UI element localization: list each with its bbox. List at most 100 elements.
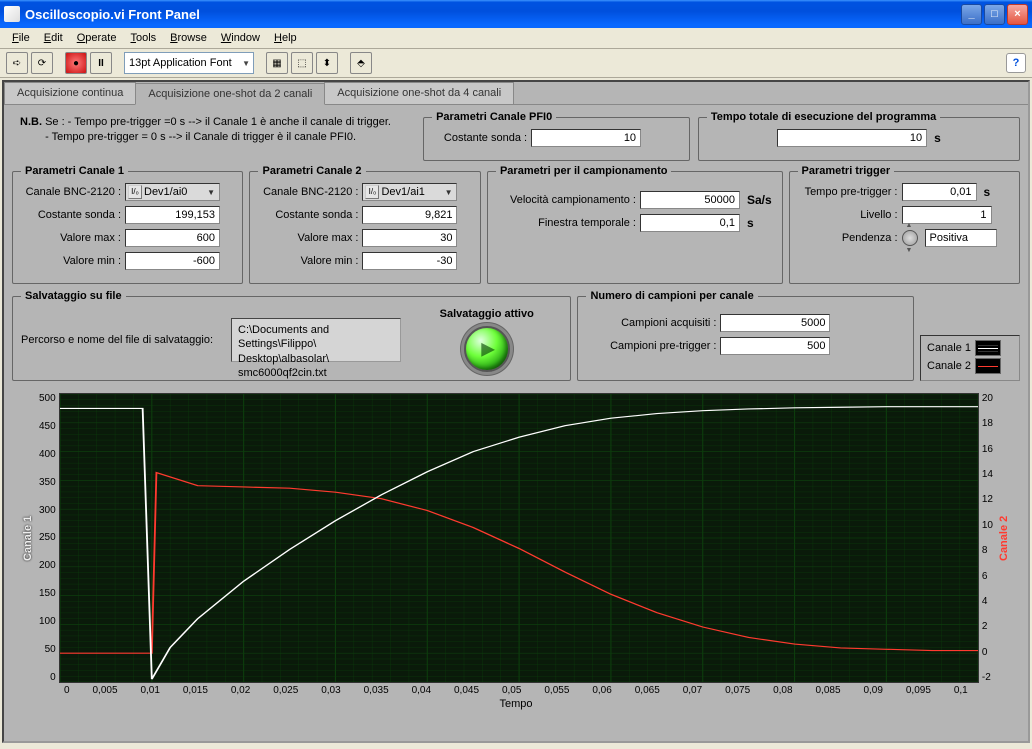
minimize-button[interactable]: _: [961, 4, 982, 25]
tab-acq-oneshot-4[interactable]: Acquisizione one-shot da 4 canali: [324, 82, 514, 104]
label-trig-pre: Tempo pre-trigger :: [798, 186, 898, 198]
pause-button[interactable]: II: [90, 52, 112, 74]
distribute-button[interactable]: ⬚: [291, 52, 313, 74]
font-label: 13pt Application Font: [129, 57, 232, 69]
label-trig-liv: Livello :: [798, 209, 898, 221]
label-save-active: Salvataggio attivo: [411, 308, 562, 320]
button-save-active[interactable]: [464, 326, 510, 372]
menu-edit[interactable]: Edit: [38, 30, 69, 46]
menu-help[interactable]: Help: [268, 30, 303, 46]
legend-ch1-label: Canale 1: [927, 342, 971, 354]
label-pfi0-costante: Costante sonda :: [432, 132, 527, 144]
menu-window[interactable]: Window: [215, 30, 266, 46]
legend-ch2-swatch: [975, 358, 1001, 374]
unit-tempo-totale: s: [931, 131, 941, 145]
label-c2-device: Canale BNC-2120 :: [258, 186, 358, 198]
input-trig-pend[interactable]: [925, 229, 997, 247]
legend-save: Salvataggio su file: [21, 290, 126, 302]
window-title: Oscilloscopio.vi Front Panel: [25, 7, 961, 22]
reorder-button[interactable]: ⬘: [350, 52, 372, 74]
legend-tempo-totale: Tempo totale di esecuzione del programma: [707, 111, 940, 123]
label-camp-acq: Campioni acquisiti :: [586, 317, 716, 329]
label-trig-pend: Pendenza :: [798, 232, 898, 244]
label-c2-vmin: Valore min :: [258, 255, 358, 267]
input-c1-vmin[interactable]: [125, 252, 220, 270]
y2-ticks: 20181614121086420-2: [979, 393, 996, 683]
input-c1-costante[interactable]: [125, 206, 220, 224]
label-c1-device: Canale BNC-2120 :: [21, 186, 121, 198]
help-icon[interactable]: ?: [1006, 53, 1026, 73]
input-c2-costante[interactable]: [362, 206, 457, 224]
input-camp-acq[interactable]: [720, 314, 830, 332]
run-button[interactable]: ➪: [6, 52, 28, 74]
resize-button[interactable]: ⬍: [316, 52, 338, 74]
group-tempo-totale: Tempo totale di esecuzione del programma…: [698, 111, 1020, 161]
group-campionamento: Parametri per il campionamento Velocità …: [487, 165, 783, 284]
input-c1-vmax[interactable]: [125, 229, 220, 247]
menu-browse[interactable]: Browse: [164, 30, 213, 46]
unit-camp-vel: Sa/s: [744, 193, 772, 207]
tab-strip: Acquisizione continua Acquisizione one-s…: [4, 82, 1028, 105]
front-panel: Acquisizione continua Acquisizione one-s…: [2, 80, 1030, 743]
font-selector[interactable]: 13pt Application Font: [124, 52, 254, 74]
input-pfi0-costante[interactable]: [531, 129, 641, 147]
group-trigger: Parametri trigger Tempo pre-trigger : s …: [789, 165, 1020, 284]
group-campioni: Numero di campioni per canale Campioni a…: [577, 290, 914, 381]
y1-ticks: 500450400350300250200150100500: [36, 393, 59, 683]
legend-pfi0: Parametri Canale PFI0: [432, 111, 556, 123]
label-save-path: Percorso e nome del file di salvataggio:: [21, 334, 221, 346]
input-trig-liv[interactable]: [902, 206, 992, 224]
input-tempo-totale[interactable]: [777, 129, 927, 147]
x-ticks: 00,0050,010,0150,020,0250,030,0350,040,0…: [64, 683, 968, 696]
input-camp-fin[interactable]: [640, 214, 740, 232]
unit-trig-pre: s: [981, 185, 991, 199]
legend-ch2-label: Canale 2: [927, 360, 971, 372]
run-continuous-button[interactable]: ⟳: [31, 52, 53, 74]
group-canale2: Parametri Canale 2 Canale BNC-2120 : I/₀…: [249, 165, 480, 284]
legend-canale2: Parametri Canale 2: [258, 165, 365, 177]
label-camp-vel: Velocità campionamento :: [496, 194, 636, 206]
unit-camp-fin: s: [744, 216, 754, 230]
abort-button[interactable]: ●: [65, 52, 87, 74]
tab-acq-continua[interactable]: Acquisizione continua: [4, 82, 136, 104]
chart-container: Canale 1 500450400350300250200150100500 …: [12, 387, 1020, 712]
window-titlebar: Oscilloscopio.vi Front Panel _ □ ×: [0, 0, 1032, 28]
input-c2-vmax[interactable]: [362, 229, 457, 247]
label-c1-vmin: Valore min :: [21, 255, 121, 267]
chart-legend: Canale 1 Canale 2: [920, 335, 1020, 381]
menu-file[interactable]: File: [6, 30, 36, 46]
label-c1-costante: Costante sonda :: [21, 209, 121, 221]
label-camp-pre: Campioni pre-trigger :: [586, 340, 716, 352]
maximize-button[interactable]: □: [984, 4, 1005, 25]
y1-axis-label: Canale 1: [20, 393, 36, 683]
group-pfi0: Parametri Canale PFI0 Costante sonda :: [423, 111, 690, 161]
input-c2-vmin[interactable]: [362, 252, 457, 270]
input-camp-pre[interactable]: [720, 337, 830, 355]
group-canale1: Parametri Canale 1 Canale BNC-2120 : I/₀…: [12, 165, 243, 284]
x-axis-label: Tempo: [20, 696, 1012, 710]
toolbar: ➪ ⟳ ● II 13pt Application Font ▦ ⬚ ⬍ ⬘ ?: [0, 49, 1032, 78]
select-c2-device[interactable]: I/₀Dev1/ai1: [362, 183, 457, 201]
legend-canale1: Parametri Canale 1: [21, 165, 128, 177]
legend-camp: Parametri per il campionamento: [496, 165, 672, 177]
y2-axis-label: Canale 2: [996, 393, 1012, 683]
label-camp-fin: Finestra temporale :: [496, 217, 636, 229]
label-c2-vmax: Valore max :: [258, 232, 358, 244]
toggle-pendenza[interactable]: [902, 230, 918, 246]
input-camp-vel[interactable]: [640, 191, 740, 209]
input-trig-pre[interactable]: [902, 183, 977, 201]
group-salvataggio: Salvataggio su file Percorso e nome del …: [12, 290, 571, 381]
menu-tools[interactable]: Tools: [124, 30, 162, 46]
tab-content: N.B. Se : - Tempo pre-trigger =0 s --> i…: [4, 105, 1028, 718]
label-c1-vmax: Valore max :: [21, 232, 121, 244]
menu-operate[interactable]: Operate: [71, 30, 123, 46]
tab-acq-oneshot-2[interactable]: Acquisizione one-shot da 2 canali: [135, 83, 325, 105]
close-button[interactable]: ×: [1007, 4, 1028, 25]
menu-bar: File Edit Operate Tools Browse Window He…: [0, 28, 1032, 49]
label-c2-costante: Costante sonda :: [258, 209, 358, 221]
select-c1-device[interactable]: I/₀Dev1/ai0: [125, 183, 220, 201]
align-button[interactable]: ▦: [266, 52, 288, 74]
input-save-path[interactable]: C:\Documents and Settings\Filippo\ Deskt…: [231, 318, 401, 362]
note-text: N.B. Se : - Tempo pre-trigger =0 s --> i…: [12, 111, 415, 161]
plot-area[interactable]: [59, 393, 979, 683]
